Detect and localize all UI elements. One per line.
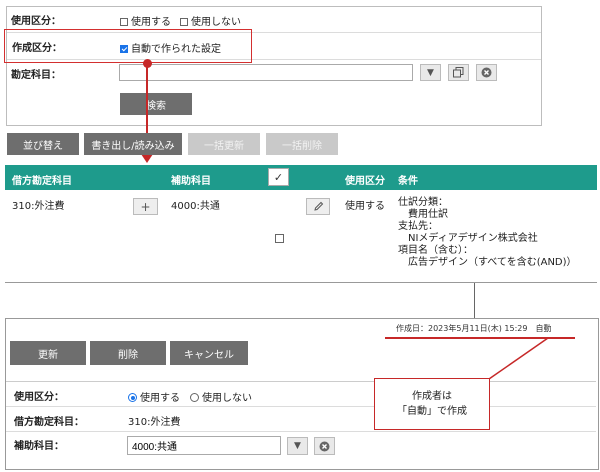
callout-box: 作成者は 「自動」で作成	[374, 378, 490, 430]
callout-line1: 作成者は	[412, 391, 452, 402]
callout-line2: 「自動」で作成	[397, 406, 467, 417]
callout-pointer	[488, 337, 549, 380]
